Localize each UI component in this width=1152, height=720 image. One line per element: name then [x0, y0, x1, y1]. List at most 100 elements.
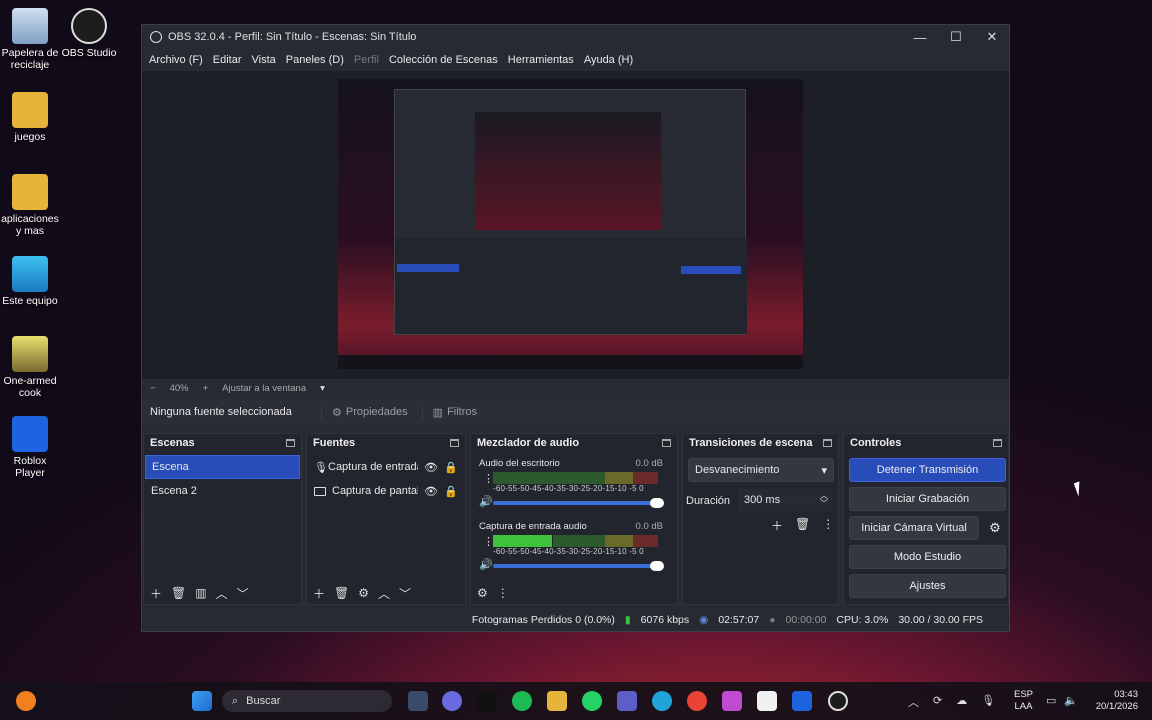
gear-icon[interactable]: ⚙ [983, 516, 1007, 540]
scene-item[interactable]: Escena [145, 455, 300, 479]
title-bar[interactable]: OBS 32.0.4 - Perfil: Sin Título - Escena… [142, 25, 1009, 49]
desktop-icon-apps[interactable]: aplicaciones y mas [0, 174, 60, 237]
chevron-down-icon: ▾ [821, 464, 827, 477]
meter-ticks: -60-55-50-45-40-35-30-25-20-15-10 -5 0 [493, 484, 644, 493]
settings-button[interactable]: Ajustes [849, 574, 1006, 598]
transition-select[interactable]: Desvanecimiento ▾ [688, 458, 834, 482]
fit-window-button[interactable]: Ajustar a la ventana [222, 383, 306, 394]
lock-icon[interactable]: 🔒 [444, 485, 458, 498]
gear-icon[interactable]: ⚙ [358, 586, 369, 600]
virtual-camera-button[interactable]: Iniciar Cámara Virtual [849, 516, 979, 540]
taskbar: ⌕ Buscar ︿ ⟳ ☁ 🎙 ESP LAA ▭ 🔈 03:43 20/1/2026 [0, 682, 1152, 720]
sources-title: Fuentes [313, 437, 356, 449]
widgets-icon[interactable] [16, 691, 36, 711]
chevron-down-icon[interactable]: ▾ [320, 383, 325, 394]
chevron-down-icon[interactable]: ﹀ [399, 585, 411, 602]
minimize-button[interactable]: — [902, 25, 938, 49]
desktop-icon-one-armed-cook[interactable]: One-armed cook [0, 336, 60, 399]
language-indicator[interactable]: ESP LAA [1014, 689, 1033, 713]
menu-perfil[interactable]: Perfil [349, 54, 384, 66]
chevron-down-icon[interactable]: ﹀ [237, 585, 249, 602]
speaker-icon[interactable]: 🔊 [479, 558, 493, 571]
clock[interactable]: 03:43 20/1/2026 [1086, 689, 1138, 713]
speaker-icon[interactable]: 🔊 [479, 495, 493, 508]
more-icon[interactable]: ⋮ [822, 517, 834, 534]
trash-icon[interactable]: 🗑 [795, 517, 810, 534]
microphone-icon[interactable]: 🎙 [981, 694, 995, 710]
task-view-icon[interactable] [408, 691, 428, 711]
desktop-icon-label: Este equipo [2, 295, 58, 307]
desktop-icon-roblox[interactable]: Roblox Player [0, 416, 60, 479]
chevron-up-icon[interactable]: ︿ [378, 585, 390, 602]
stepper-icon[interactable]: ︿ ﹀ [820, 492, 828, 508]
sync-icon[interactable]: ⟳ [933, 694, 942, 710]
add-icon[interactable]: ＋ [150, 585, 162, 602]
trash-icon[interactable]: 🗑 [334, 586, 349, 600]
taskbar-search[interactable]: ⌕ Buscar [222, 690, 392, 712]
file-explorer-icon[interactable] [547, 691, 567, 711]
undock-icon[interactable] [993, 439, 1002, 447]
filters-button[interactable]: ▥ Filtros [421, 405, 487, 419]
menu-coleccion-escenas[interactable]: Colección de Escenas [384, 54, 503, 66]
desktop-icon-juegos[interactable]: juegos [0, 92, 60, 143]
undock-icon[interactable] [450, 439, 459, 447]
undock-icon[interactable] [662, 439, 671, 447]
properties-button[interactable]: ⚙ Propiedades [321, 405, 418, 419]
teams-icon[interactable] [617, 691, 637, 711]
window-title: OBS 32.0.4 - Perfil: Sin Título - Escena… [168, 31, 417, 43]
menu-paneles[interactable]: Paneles (D) [281, 54, 349, 66]
menu-archivo[interactable]: Archivo (F) [144, 54, 208, 66]
zoom-out-button[interactable]: − [150, 383, 156, 394]
store-icon[interactable] [757, 691, 777, 711]
folder-icon [12, 174, 48, 210]
desktop-icon-label: Roblox Player [13, 455, 47, 479]
menu-herramientas[interactable]: Herramientas [503, 54, 579, 66]
lock-icon[interactable]: 🔒 [444, 461, 458, 474]
menu-vista[interactable]: Vista [247, 54, 281, 66]
preview-canvas[interactable] [142, 71, 1009, 379]
desktop-icon-this-pc[interactable]: Este equipo [0, 256, 60, 307]
duration-spinbox[interactable]: 300 ms ︿ ﹀ [738, 489, 832, 511]
chrome-icon[interactable] [687, 691, 707, 711]
start-recording-button[interactable]: Iniciar Grabación [849, 487, 1006, 511]
start-icon[interactable] [192, 691, 212, 711]
stop-stream-button[interactable]: Detener Transmisión [849, 458, 1006, 482]
mouse-cursor [1073, 481, 1085, 497]
volume-slider[interactable] [493, 561, 664, 571]
undock-icon[interactable] [823, 439, 832, 447]
eye-icon[interactable]: 👁 [424, 485, 438, 498]
more-icon[interactable]: ⋮ [497, 586, 509, 600]
desktop-icon-recycle-bin[interactable]: Papelera de reciclaje [0, 8, 60, 71]
undock-icon[interactable] [286, 439, 295, 447]
filter-icon[interactable]: ▥ [195, 586, 206, 600]
chevron-up-icon[interactable]: ︿ [216, 585, 228, 602]
edge-icon[interactable] [652, 691, 672, 711]
tray-quick[interactable]: ▭ 🔈 [1046, 694, 1078, 707]
scene-item[interactable]: Escena 2 [145, 479, 300, 503]
spotify-icon[interactable] [512, 691, 532, 711]
menu-ayuda[interactable]: Ayuda (H) [579, 54, 638, 66]
menu-editar[interactable]: Editar [208, 54, 247, 66]
source-label: Captura de entrada de audio [328, 461, 418, 473]
whatsapp-icon[interactable] [582, 691, 602, 711]
volume-slider[interactable] [493, 498, 664, 508]
add-icon[interactable]: ＋ [313, 585, 325, 602]
trash-icon[interactable]: 🗑 [171, 586, 186, 600]
add-icon[interactable]: ＋ [771, 517, 783, 534]
maximize-button[interactable]: ☐ [938, 25, 974, 49]
roblox-icon[interactable] [792, 691, 812, 711]
tiktok-icon[interactable] [477, 691, 497, 711]
discord-icon[interactable] [442, 691, 462, 711]
source-item[interactable]: 🎙 Captura de entrada de audio 👁 🔒 [308, 455, 464, 479]
studio-mode-button[interactable]: Modo Estudio [849, 545, 1006, 569]
cloud-icon[interactable]: ☁ [956, 694, 967, 710]
chevron-up-icon[interactable]: ︿ [908, 694, 919, 710]
close-button[interactable]: ✕ [974, 25, 1010, 49]
obs-icon[interactable] [828, 691, 848, 711]
source-item[interactable]: Captura de pantalla 👁 🔒 [308, 479, 464, 503]
copilot-icon[interactable] [722, 691, 742, 711]
zoom-in-button[interactable]: + [203, 383, 209, 394]
advanced-audio-icon[interactable]: ⚙ [477, 586, 488, 600]
eye-icon[interactable]: 👁 [424, 461, 438, 474]
desktop-icon-obs[interactable]: OBS Studio [59, 8, 119, 59]
